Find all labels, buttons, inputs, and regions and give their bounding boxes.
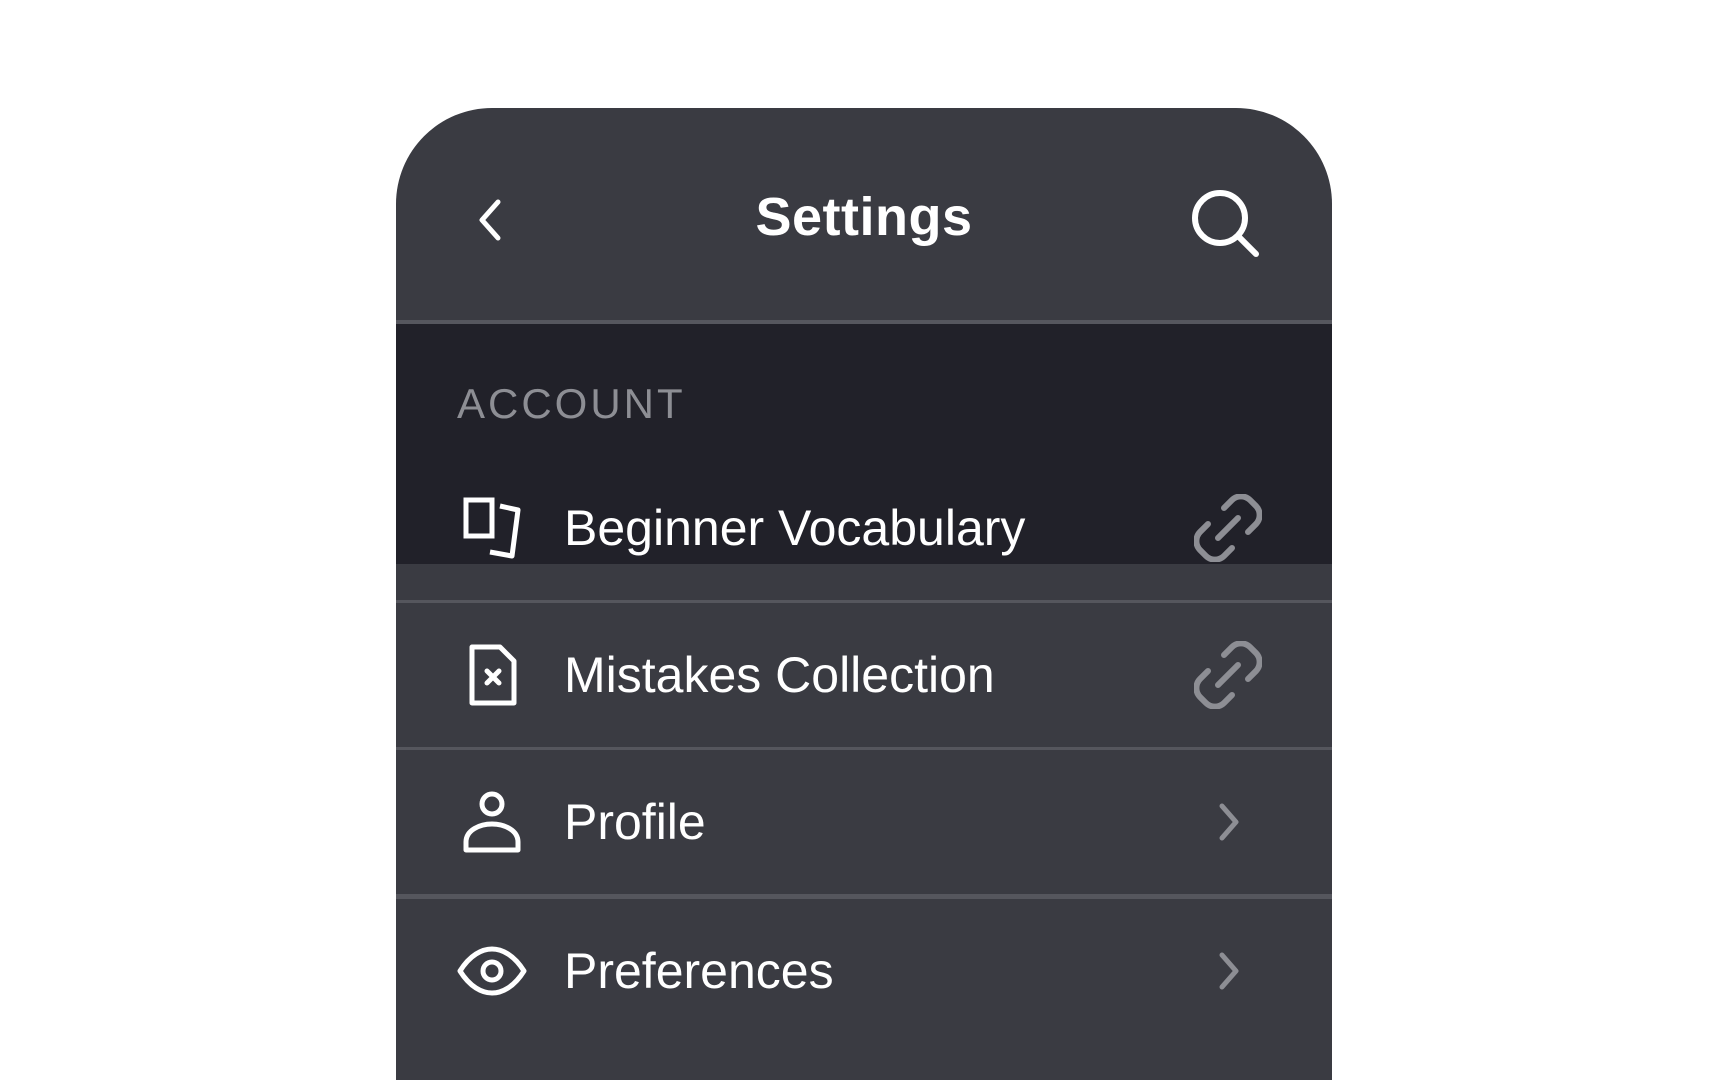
chevron-right-icon [1192,786,1264,858]
link-icon [1192,639,1264,711]
settings-row-label: Preferences [564,943,834,999]
search-icon [1192,190,1259,257]
settings-row-mistakes-collection[interactable]: Mistakes Collection [396,603,1332,750]
flashcards-icon [456,492,528,564]
settings-list: Beginner Vocabulary Mistakes Collection … [396,456,1332,1043]
settings-row-beginner-vocabulary[interactable]: Beginner Vocabulary [396,456,1332,603]
settings-row-preferences[interactable]: Preferences [396,899,1332,1043]
file-x-icon [456,639,528,711]
settings-screen: Settings ACCOUNT Beginner Vocabulary Mis… [396,108,1332,1080]
header-bar: Settings [396,108,1332,320]
section-label: ACCOUNT [457,380,686,427]
settings-row-profile[interactable]: Profile [396,750,1332,899]
user-icon [456,786,528,858]
eye-icon [456,935,528,1007]
settings-row-label: Beginner Vocabulary [564,500,1026,556]
search-button[interactable] [1186,184,1266,264]
settings-row-label: Mistakes Collection [564,647,995,703]
chevron-right-icon [1192,935,1264,1007]
settings-row-label: Profile [564,794,706,850]
link-icon [1192,492,1264,564]
